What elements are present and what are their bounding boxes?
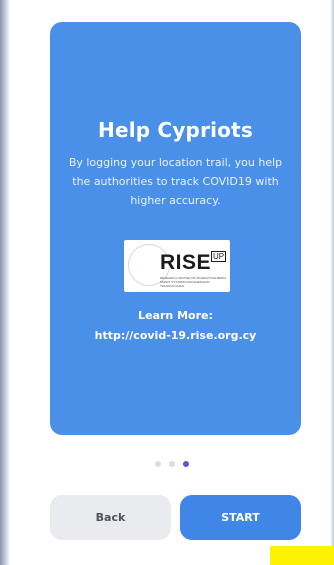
learn-more-label: Learn More: bbox=[138, 309, 213, 322]
screen-left-edge bbox=[0, 0, 10, 565]
onboarding-card: Help Cypriots By logging your location t… bbox=[50, 22, 301, 435]
card-description: By logging your location trail, you help… bbox=[68, 156, 283, 207]
logo-wordmark: RISE bbox=[160, 251, 212, 274]
pagination-dot[interactable] bbox=[169, 461, 175, 467]
rise-logo: RISE UP RESEARCH CENTRE ON INTERACTIVE M… bbox=[124, 240, 230, 292]
start-button[interactable]: START bbox=[180, 495, 301, 540]
learn-more-link[interactable]: http://covid-19.rise.org.cy bbox=[50, 329, 301, 342]
screen-right-edge bbox=[330, 0, 334, 565]
pagination-dot-active[interactable] bbox=[183, 461, 189, 467]
logo-superscript: UP bbox=[211, 251, 227, 262]
pagination-dots bbox=[155, 460, 197, 468]
onboarding-screen: Help Cypriots By logging your location t… bbox=[0, 0, 334, 565]
corner-marker bbox=[270, 546, 334, 565]
card-title: Help Cypriots bbox=[98, 118, 253, 142]
pagination-dot[interactable] bbox=[155, 461, 161, 467]
logo-tagline: RESEARCH CENTRE ON INTERACTIVE MEDIA SMA… bbox=[160, 276, 227, 288]
back-button[interactable]: Back bbox=[50, 495, 171, 540]
